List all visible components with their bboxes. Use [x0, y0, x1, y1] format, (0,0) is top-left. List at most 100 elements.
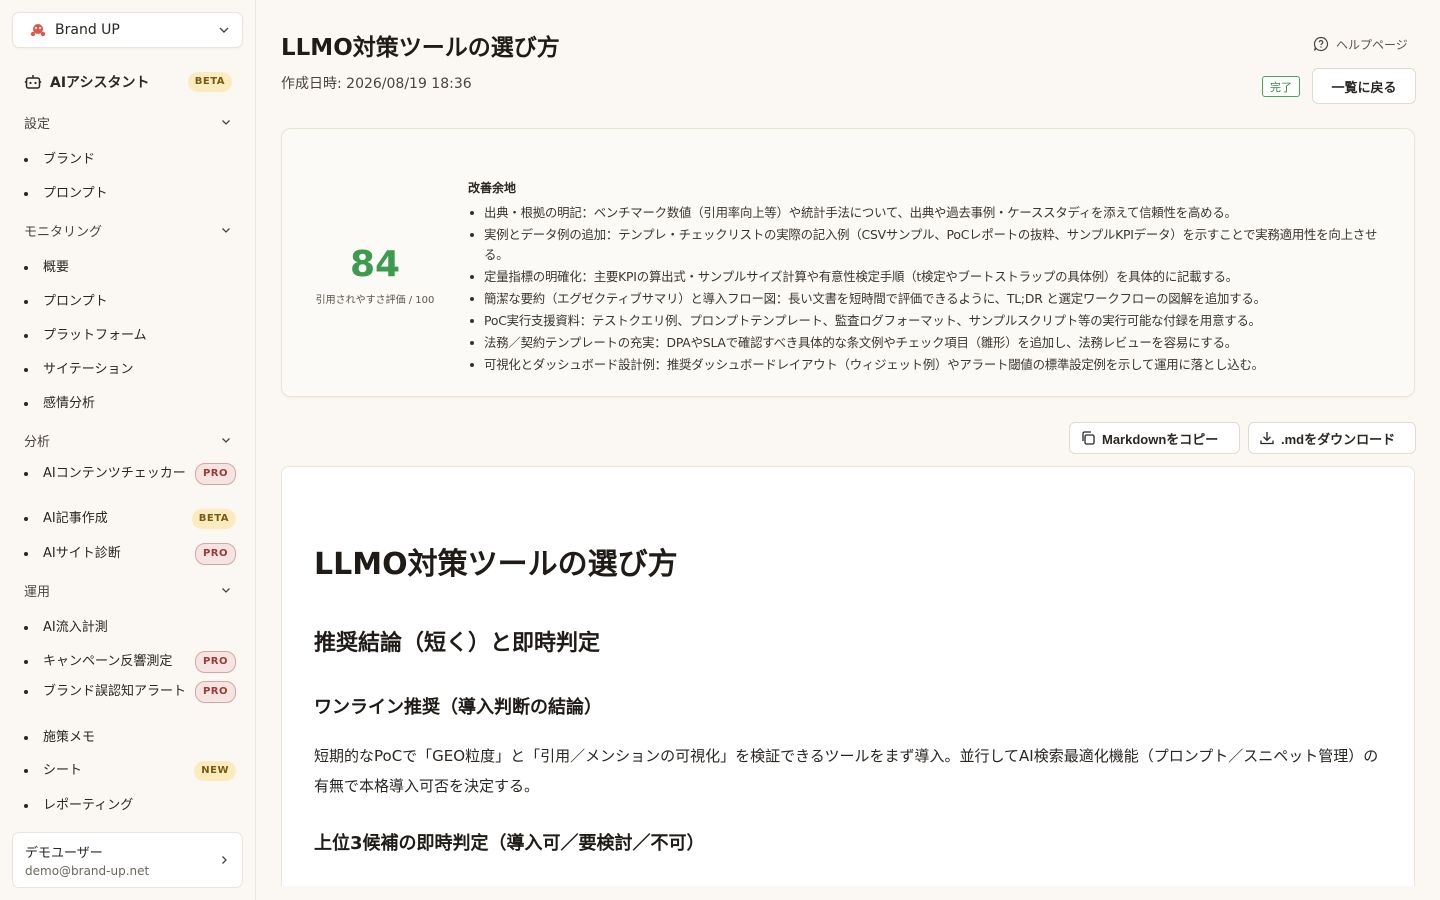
sidebar-item-label: 感情分析: [43, 396, 96, 411]
help-chat-icon: [1313, 36, 1329, 52]
sidebar-item-ai-site-diagnosis[interactable]: AIサイト診断 PRO: [24, 543, 236, 565]
download-icon: [1259, 430, 1275, 446]
bullet: [24, 660, 28, 664]
sidebar-item-brand[interactable]: ブランド: [24, 151, 236, 169]
sidebar-item-label: キャンペーン反響測定: [43, 654, 173, 669]
bullet: [24, 368, 28, 372]
score-value: 84: [349, 244, 401, 285]
sidebar-item-label: ブランド: [43, 152, 96, 167]
chevron-down-icon: [218, 24, 230, 36]
chevron-down-icon: [220, 116, 232, 128]
section-title: 設定: [24, 116, 51, 132]
brand-switcher[interactable]: Brand UP: [12, 12, 243, 48]
page-title: LLMO対策ツールの選び方: [281, 35, 560, 61]
bullet: [24, 690, 28, 694]
download-label: .mdをダウンロード: [1281, 431, 1396, 447]
sidebar-item-label: ブランド誤認知アラート: [43, 684, 187, 699]
sidebar-item-ai-assistant[interactable]: AIアシスタント BETA: [24, 70, 232, 94]
sidebar-item-ai-content-checker[interactable]: AIコンテンツチェッカー PRO: [24, 463, 236, 485]
sidebar-item-platform[interactable]: プラットフォーム: [24, 327, 236, 345]
bullet: [24, 804, 28, 808]
bullet: [24, 472, 28, 476]
bullet: [24, 552, 28, 556]
doc-heading-2: 推奨結論（短く）と即時判定: [314, 631, 601, 656]
sidebar-item-prompt-settings[interactable]: プロンプト: [24, 185, 236, 203]
bullet: [24, 769, 28, 773]
section-title: 分析: [24, 434, 51, 450]
copy-markdown-button[interactable]: Markdownをコピー: [1069, 422, 1240, 454]
sidebar-item-citation[interactable]: サイテーション: [24, 361, 236, 379]
sidebar-item-reporting[interactable]: レポーティング: [24, 797, 236, 815]
user-name: デモユーザー: [25, 846, 103, 861]
user-menu[interactable]: デモユーザー demo@brand-up.net: [12, 832, 243, 888]
bullet: [24, 334, 28, 338]
copy-icon: [1080, 430, 1096, 446]
bullet: [24, 192, 28, 196]
pro-badge: PRO: [194, 463, 236, 485]
pro-badge: PRO: [194, 651, 236, 673]
doc-heading-3: 上位3候補の即時判定（導入可／要検討／不可）: [314, 833, 705, 854]
sidebar-item-label: AI流入計測: [43, 620, 108, 635]
copy-label: Markdownをコピー: [1102, 431, 1219, 447]
section-monitoring[interactable]: モニタリング: [24, 220, 232, 240]
section-settings[interactable]: 設定: [24, 112, 232, 132]
sidebar: Brand UP AIアシスタント BETA 設定 ブランド プロンプト モニタ…: [0, 0, 256, 900]
sidebar-item-label: シート: [43, 763, 83, 778]
list-item: 可視化とダッシュボード設計例：推奨ダッシュボードレイアウト（ウィジェット例）やア…: [470, 355, 1394, 375]
new-badge: NEW: [194, 761, 236, 781]
section-title: 運用: [24, 584, 51, 600]
section-title: モニタリング: [24, 224, 103, 240]
chevron-down-icon: [220, 584, 232, 596]
section-operations[interactable]: 運用: [24, 580, 232, 600]
sidebar-item-sentiment[interactable]: 感情分析: [24, 395, 236, 413]
sidebar-item-label: 施策メモ: [43, 730, 96, 745]
back-to-list-button[interactable]: 一覧に戻る: [1312, 68, 1416, 104]
section-analysis[interactable]: 分析: [24, 430, 232, 450]
sidebar-item-campaign[interactable]: キャンペーン反響測定 PRO: [24, 651, 236, 673]
beta-badge: BETA: [187, 72, 232, 92]
help-link[interactable]: ヘルプページ: [1313, 35, 1408, 53]
markdown-preview: LLMO対策ツールの選び方 推奨結論（短く）と即時判定 ワンライン推奨（導入判断…: [281, 466, 1415, 886]
sidebar-item-label: プロンプト: [43, 186, 108, 201]
score-caption: 引用されやすさ評価 / 100: [315, 295, 435, 306]
download-md-button[interactable]: .mdをダウンロード: [1248, 422, 1416, 454]
robot-icon: [24, 73, 42, 91]
sidebar-item-ai-traffic[interactable]: AI流入計測: [24, 619, 236, 637]
user-info: デモユーザー demo@brand-up.net: [25, 842, 218, 878]
bullet: [24, 517, 28, 521]
status-badge: 完了: [1262, 76, 1300, 97]
chevron-down-icon: [220, 434, 232, 446]
sidebar-item-overview[interactable]: 概要: [24, 259, 236, 277]
doc-paragraph: 短期的なPoCで「GEO粒度」と「引用／メンションの可視化」を検証できるツールを…: [314, 747, 1379, 795]
sidebar-item-label: 概要: [43, 260, 70, 275]
improvement-title: 改善余地: [468, 181, 517, 195]
list-item: 法務／契約テンプレートの充実：DPAやSLAで確認すべき具体的な条文例やチェック…: [470, 333, 1394, 353]
sidebar-item-ai-article[interactable]: AI記事作成 BETA: [24, 509, 236, 529]
sidebar-item-label: レポーティング: [43, 798, 134, 813]
sidebar-item-label: AI記事作成: [43, 511, 108, 526]
bullet: [24, 158, 28, 162]
chevron-down-icon: [220, 224, 232, 236]
sidebar-item-memo[interactable]: 施策メモ: [24, 729, 236, 747]
brand-name: Brand UP: [55, 22, 120, 38]
bullet: [24, 402, 28, 406]
sidebar-item-label: AIアシスタント: [50, 75, 150, 91]
bullet: [24, 626, 28, 630]
sidebar-item-sheet[interactable]: シート NEW: [24, 761, 236, 781]
brand-logo-icon: [29, 21, 47, 39]
sidebar-item-label: プラットフォーム: [43, 328, 147, 343]
list-item: PoC実行支援資料：テストクエリ例、プロンプトテンプレート、監査ログフォーマット…: [470, 311, 1394, 331]
improvement-list: 出典・根拠の明記：ベンチマーク数値（引用率向上等）や統計手法について、出典や過去…: [470, 203, 1394, 377]
sidebar-item-brand-alert[interactable]: ブランド誤認知アラート PRO: [24, 681, 236, 703]
score-card: 84 引用されやすさ評価 / 100 改善余地 出典・根拠の明記：ベンチマーク数…: [281, 128, 1415, 397]
pro-badge: PRO: [194, 681, 236, 703]
doc-heading-1: LLMO対策ツールの選び方: [314, 547, 678, 582]
sidebar-item-label: プロンプト: [43, 294, 108, 309]
sidebar-item-label: サイテーション: [43, 362, 134, 377]
sidebar-item-label: AIサイト診断: [43, 546, 121, 561]
sidebar-item-prompt-monitoring[interactable]: プロンプト: [24, 293, 236, 311]
created-date: 作成日時: 2026/08/19 18:36: [281, 76, 472, 92]
list-item: 出典・根拠の明記：ベンチマーク数値（引用率向上等）や統計手法について、出典や過去…: [470, 203, 1394, 223]
bullet: [24, 300, 28, 304]
bullet: [24, 736, 28, 740]
